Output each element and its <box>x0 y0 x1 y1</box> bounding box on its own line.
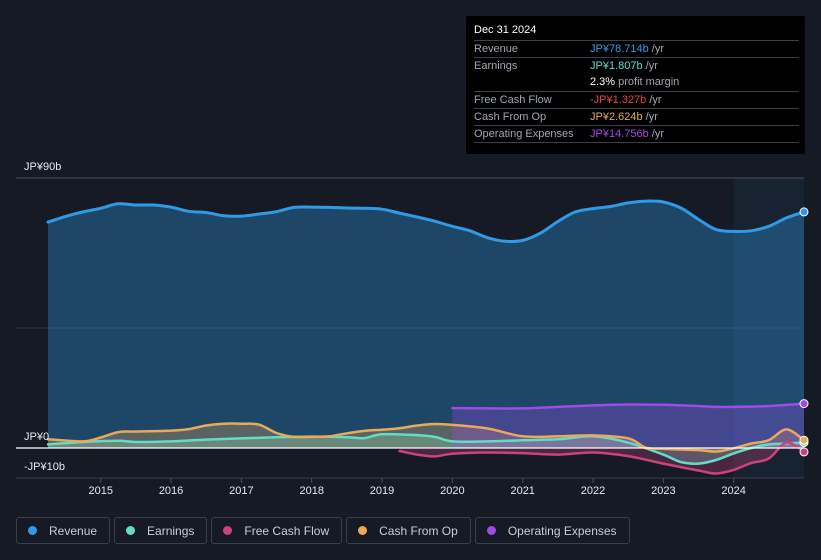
revenue-end-marker <box>799 207 809 217</box>
tooltip-row-label: Free Cash Flow <box>474 94 552 106</box>
y-axis-label: -JP¥10b <box>24 461 65 473</box>
tooltip-row-revenue: Revenue JP¥78.714b /yr <box>474 40 799 58</box>
tooltip-row-cash-from-op: Cash From Op JP¥2.624b /yr <box>474 108 799 126</box>
x-axis-label: 2021 <box>510 485 534 497</box>
legend-label: Revenue <box>49 523 98 538</box>
x-axis-label: 2022 <box>581 485 605 497</box>
legend: Revenue Earnings Free Cash Flow Cash From O… <box>16 517 630 546</box>
tooltip-row-label: Cash From Op <box>474 111 547 123</box>
tooltip-row-value: JP¥2.624b /yr <box>590 111 658 123</box>
tooltip-row-value: 2.3% profit margin <box>590 76 679 88</box>
y-axis-label: JP¥90b <box>24 161 61 173</box>
x-axis-label: 2019 <box>370 485 394 497</box>
cash-from-op-end-marker <box>799 435 809 445</box>
tooltip-row-free-cash-flow: Free Cash Flow -JP¥1.327b /yr <box>474 91 799 109</box>
tooltip-value-number: JP¥14.756b <box>590 128 649 140</box>
y-axis-label: JP¥0 <box>24 431 49 443</box>
tooltip-row-earnings: Earnings JP¥1.807b /yr <box>474 57 799 75</box>
free-cash-flow-end-marker <box>799 447 809 457</box>
legend-item-operating-expenses[interactable]: Operating Expenses <box>474 517 630 544</box>
tooltip-value-unit: /yr <box>648 43 664 55</box>
tooltip-row-value: JP¥1.807b /yr <box>590 60 658 72</box>
tooltip-value-unit: profit margin <box>615 76 680 88</box>
x-axis-label: 2024 <box>721 485 745 497</box>
legend-item-earnings[interactable]: Earnings <box>114 517 208 544</box>
legend-item-revenue[interactable]: Revenue <box>16 517 111 544</box>
tooltip-panel: Dec 31 2024 Revenue JP¥78.714b /yr Earning… <box>466 16 805 154</box>
tooltip-row-label: Revenue <box>474 43 519 55</box>
legend-dot-icon <box>126 526 136 535</box>
tooltip-row-label: Earnings <box>474 60 518 72</box>
tooltip-row-label: Operating Expenses <box>474 128 574 140</box>
tooltip-value-number: JP¥1.807b <box>590 60 643 72</box>
legend-dot-icon <box>486 526 496 535</box>
tooltip-value-number: JP¥2.624b <box>590 111 643 123</box>
x-axis-label: 2023 <box>651 485 675 497</box>
x-axis-label: 2018 <box>299 485 323 497</box>
tooltip-row-operating-expenses: Operating Expenses JP¥14.756b /yr <box>474 125 799 143</box>
legend-dot-icon <box>358 526 368 535</box>
tooltip-value-unit: /yr <box>648 128 664 140</box>
tooltip-row-value: JP¥78.714b /yr <box>590 43 664 55</box>
legend-item-cash-from-op[interactable]: Cash From Op <box>346 517 471 544</box>
x-axis-label: 2017 <box>229 485 253 497</box>
x-axis-label: 2020 <box>440 485 464 497</box>
operating-expenses-end-marker <box>799 399 809 409</box>
tooltip-value-unit: /yr <box>646 94 662 106</box>
legend-label: Earnings <box>147 523 195 538</box>
legend-label: Cash From Op <box>379 523 458 538</box>
tooltip-value-number: JP¥78.714b <box>590 43 649 55</box>
tooltip-row-value: JP¥14.756b /yr <box>590 128 664 140</box>
tooltip-value-unit: /yr <box>642 60 658 72</box>
tooltip-date: Dec 31 2024 <box>474 24 537 36</box>
tooltip-value-number: -JP¥1.327b <box>590 94 647 106</box>
x-axis-label: 2016 <box>159 485 183 497</box>
tooltip-value-number: 2.3% <box>590 76 616 88</box>
legend-label: Operating Expenses <box>507 523 617 538</box>
legend-dot-icon <box>223 526 233 535</box>
legend-label: Free Cash Flow <box>244 523 330 538</box>
tooltip-divider <box>474 142 799 143</box>
tooltip-row-profit-margin: 2.3% profit margin <box>474 74 799 91</box>
legend-dot-icon <box>28 526 37 535</box>
x-axis-label: 2015 <box>89 485 113 497</box>
tooltip-value-unit: /yr <box>642 111 658 123</box>
tooltip-row-value: -JP¥1.327b /yr <box>590 94 662 106</box>
legend-item-free-cash-flow[interactable]: Free Cash Flow <box>211 517 343 544</box>
